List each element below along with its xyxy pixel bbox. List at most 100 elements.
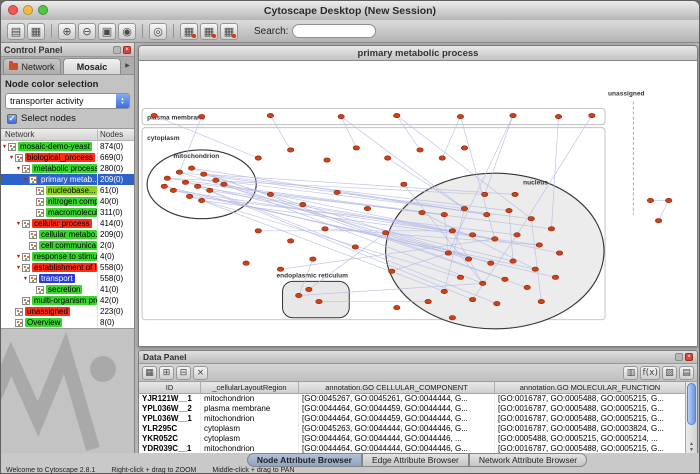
tab-network-attribute-browser[interactable]: Network Attribute Browser [469, 453, 587, 467]
network-node[interactable] [306, 287, 312, 291]
tree-row-transport[interactable]: ▼transport558(0) [1, 273, 134, 284]
tab-mosaic[interactable]: Mosaic [63, 58, 121, 74]
tree-row-macromolecule[interactable]: macromolecule...311(0) [1, 207, 134, 218]
zoom-region-icon[interactable]: ◉ [118, 23, 136, 40]
expander-icon[interactable]: ▼ [22, 276, 29, 282]
network-node[interactable] [441, 289, 447, 293]
close-button[interactable] [8, 5, 18, 15]
network-node[interactable] [514, 233, 520, 237]
network-node[interactable] [425, 299, 431, 303]
network-node[interactable] [536, 243, 542, 247]
network-node[interactable] [384, 156, 390, 160]
network-node[interactable] [439, 156, 445, 160]
network-node[interactable] [494, 301, 500, 305]
table-row[interactable]: YJR121W__1mitochondrion[GO:0045267, GO:0… [139, 394, 685, 404]
network-node[interactable] [194, 184, 200, 188]
close-data-panel-icon[interactable]: × [685, 353, 693, 361]
delete-attribute-icon[interactable]: ⊟ [176, 366, 191, 380]
network-node[interactable] [417, 148, 423, 152]
network-node[interactable] [510, 113, 516, 117]
network-node[interactable] [457, 275, 463, 279]
network-node[interactable] [170, 188, 176, 192]
zoom-out-icon[interactable]: ⊖ [78, 23, 96, 40]
network-node[interactable] [441, 212, 447, 216]
network-node[interactable] [445, 251, 451, 255]
column-header-1[interactable]: _cellularLayoutRegion [201, 382, 299, 393]
expander-icon[interactable]: ▼ [1, 144, 8, 150]
network-node[interactable] [322, 227, 328, 231]
network-node[interactable] [295, 293, 301, 297]
network-node[interactable] [267, 192, 273, 196]
float-panel-icon[interactable] [113, 46, 121, 54]
tree-row-nitrogen-compo[interactable]: nitrogen compo...40(0) [1, 196, 134, 207]
tree-column-network[interactable]: Network [1, 130, 97, 139]
network-node[interactable] [188, 166, 194, 170]
network-node[interactable] [484, 212, 490, 216]
network-node[interactable] [287, 148, 293, 152]
table-row[interactable]: YKR052Ccytoplasm[GO:0044464, GO:0044444,… [139, 434, 685, 444]
network-node[interactable] [164, 176, 170, 180]
tree-column-nodes[interactable]: Nodes [97, 130, 134, 139]
network-node[interactable] [457, 114, 463, 118]
network-node[interactable] [316, 299, 322, 303]
network-node[interactable] [243, 261, 249, 265]
network-node[interactable] [556, 251, 562, 255]
network-node[interactable] [207, 188, 213, 192]
network-node[interactable] [512, 192, 518, 196]
table-row[interactable]: YLR295Ccytoplasm[GO:0045263, GO:0044444,… [139, 424, 685, 434]
open-folder-icon[interactable]: ▨ [662, 366, 677, 380]
tree-row-multi-organism-pro[interactable]: multi-organism pro...42(0) [1, 295, 134, 306]
expander-icon[interactable]: ▼ [22, 177, 29, 183]
network-node[interactable] [382, 231, 388, 235]
network-node[interactable] [401, 182, 407, 186]
network-node[interactable] [469, 233, 475, 237]
network-node[interactable] [449, 316, 455, 320]
zoom-fit-icon[interactable]: ▣ [98, 23, 116, 40]
network-node[interactable] [161, 184, 167, 188]
scrollbar-arrows[interactable]: ▲▼ [686, 441, 697, 453]
tree-row-cellular-metabo[interactable]: cellular metabo...209(0) [1, 229, 134, 240]
function-builder-icon[interactable]: f(x) [640, 366, 660, 380]
network-node[interactable] [394, 305, 400, 309]
column-header-0[interactable]: ID [139, 382, 201, 393]
network-node[interactable] [394, 113, 400, 117]
window-titlebar[interactable]: Cytoscape Desktop (New Session) [1, 1, 699, 21]
tree-row-metabolic-process[interactable]: ▼metabolic process280(0) [1, 163, 134, 174]
network-node[interactable] [334, 190, 340, 194]
expander-icon[interactable]: ▼ [15, 254, 22, 260]
network-node[interactable] [300, 202, 306, 206]
network-view-titlebar[interactable]: primary metabolic process [139, 46, 697, 61]
network-node[interactable] [479, 281, 485, 285]
tab-node-attribute-browser[interactable]: Node Attribute Browser [247, 453, 362, 467]
tree-row-cellular-process[interactable]: ▼cellular process414(0) [1, 218, 134, 229]
network-node[interactable] [221, 182, 227, 186]
network-node[interactable] [589, 113, 595, 117]
network-node[interactable] [419, 210, 425, 214]
select-nodes-row[interactable]: ✓ Select nodes [1, 110, 134, 128]
network-node[interactable] [552, 275, 558, 279]
network-node[interactable] [151, 113, 157, 117]
network-node[interactable] [352, 245, 358, 249]
network-node[interactable] [524, 285, 530, 289]
table-row[interactable]: YPL036W__1mitochondrion[GO:0044464, GO:0… [139, 414, 685, 424]
scrollbar-thumb[interactable] [687, 383, 696, 425]
close-panel-icon[interactable]: × [123, 46, 131, 54]
select-nodes-checkbox[interactable]: ✓ [7, 114, 17, 124]
network-node[interactable] [502, 277, 508, 281]
network-node[interactable] [277, 267, 283, 271]
network-node[interactable] [186, 194, 192, 198]
network-node[interactable] [492, 237, 498, 241]
tree-row-secretion[interactable]: secretion41(0) [1, 284, 134, 295]
expander-icon[interactable]: ▼ [15, 221, 22, 227]
column-header-3[interactable]: annotation.GO MOLECULAR_FUNCTION [495, 382, 685, 393]
network-node[interactable] [198, 114, 204, 118]
table-row[interactable]: YPL036W__2plasma membrane[GO:0044464, GO… [139, 404, 685, 414]
expander-icon[interactable]: ▼ [15, 166, 22, 172]
attribute-matrix-icon[interactable]: ▥ [623, 366, 638, 380]
tree-row-nucleobase[interactable]: nucleobase...61(0) [1, 185, 134, 196]
column-header-2[interactable]: annotation.GO CELLULAR_COMPONENT [299, 382, 495, 393]
network-node[interactable] [647, 198, 653, 202]
tree-row-mosaic-demo-yeast[interactable]: ▼mosaic-demo-yeast874(0) [1, 141, 134, 152]
tab-network[interactable]: Network [3, 58, 61, 74]
tree-row-unassigned[interactable]: unassigned223(0) [1, 306, 134, 317]
